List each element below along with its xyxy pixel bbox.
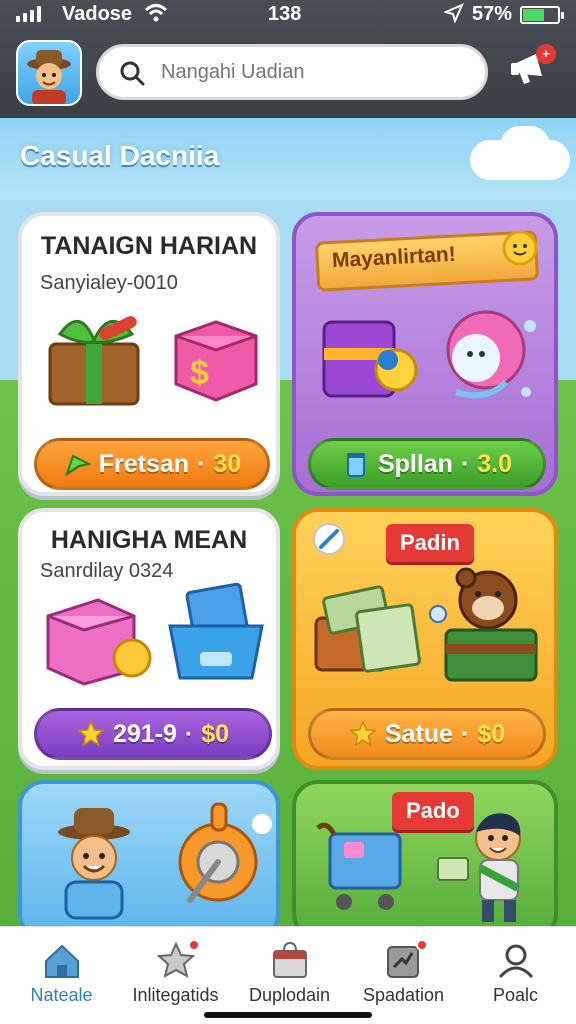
button-label: Satue [384, 719, 453, 748]
button-price: $0 [201, 719, 230, 748]
section-title: Casual Dacniia [20, 140, 220, 171]
nav-events[interactable]: Inlitegatids [118, 935, 233, 1015]
explorer-character-icon [58, 808, 130, 920]
offer-buy-button[interactable]: Spllan · 3.0 [308, 438, 546, 490]
battery-icon [520, 6, 564, 24]
nav-label: Nateale [30, 985, 93, 1005]
bear-offer-card[interactable]: Padin Satue · $0 [292, 508, 558, 770]
cloud-decoration [500, 126, 550, 166]
jar-icon [346, 453, 365, 477]
gift-box-icon [48, 316, 140, 406]
shop-icon [273, 941, 307, 978]
notification-button[interactable]: + [508, 44, 560, 96]
battery-percent: 57% [472, 3, 513, 25]
offer-buy-button[interactable]: Satue · $0 [308, 708, 546, 760]
kid-character-icon [437, 813, 521, 922]
nav-badge [416, 939, 428, 951]
nav-label: Inlitegatids [132, 985, 219, 1005]
button-price: $0 [477, 719, 506, 748]
svg-text:$: $ [190, 354, 209, 392]
signal-icon [16, 6, 41, 22]
button-label: 291-9 [112, 719, 177, 748]
game-avatar[interactable] [16, 40, 82, 106]
offer-tag: Padin [386, 524, 474, 562]
clock: 138 [268, 3, 302, 25]
location-arrow-icon [443, 3, 464, 28]
sun-icon [502, 230, 538, 266]
toy-basket-icon [168, 582, 264, 680]
button-label: Fretsan [98, 449, 190, 478]
tools-icon[interactable] [312, 522, 346, 556]
nav-badge [188, 939, 200, 951]
nav-profile[interactable]: Poalc [458, 935, 573, 1015]
nav-home[interactable]: Nateale [4, 935, 119, 1015]
star-icon [77, 720, 105, 747]
card-subtitle: Sanyialey-0010 [40, 272, 178, 294]
home-indicator[interactable] [204, 1012, 372, 1018]
bundle-offer-card[interactable]: HANIGHA MEAN Sanrdilay 0324 291-9 · $0 [18, 508, 280, 770]
special-offer-card[interactable]: Mayanlirtan! Spllan · 3.0 [292, 212, 558, 496]
wifi-icon [144, 3, 168, 29]
card-title: TANAIGN HARIAN [40, 232, 258, 260]
pink-chest-icon [46, 598, 152, 686]
home-icon [45, 944, 79, 978]
bottom-nav: Nateale Inlitegatids Duplodain Spadation… [0, 926, 576, 1024]
star-icon [348, 720, 377, 747]
kid-offer-card[interactable]: Pado [292, 780, 558, 940]
status-bar: Vadose 138 57% [0, 0, 576, 30]
button-label: Spllan [377, 449, 453, 478]
bubble-creature-icon [446, 310, 536, 399]
top-bar: Vadose 138 57% + [0, 0, 576, 118]
bear-character-icon [429, 567, 538, 682]
nav-label: Poalc [492, 985, 539, 1005]
offer-buy-button[interactable]: 291-9 · $0 [34, 708, 272, 760]
offer-buy-button[interactable]: Fretsan · 30 [34, 438, 270, 490]
button-price: 30 [213, 449, 242, 478]
cart-box-icon [316, 822, 402, 910]
button-price: 3.0 [477, 449, 513, 478]
daily-offer-card[interactable]: TANAIGN HARIAN Sanyialey-0010 $ Fretsan … [18, 212, 280, 496]
card-subtitle: Sanrdilay 0324 [40, 560, 174, 582]
search-icon [119, 60, 145, 86]
nav-puzzle[interactable]: Spadation [346, 935, 461, 1015]
explorer-offer-card[interactable] [18, 780, 280, 940]
search-bar[interactable] [96, 44, 488, 100]
key-lock-icon [178, 802, 272, 903]
dollar-block-icon: $ [174, 320, 258, 402]
nav-label: Spadation [362, 985, 445, 1005]
treasure-box-icon [322, 320, 418, 398]
arrow-icon [64, 454, 91, 477]
notification-badge: + [536, 44, 556, 64]
nav-label: Duplodain [248, 985, 331, 1005]
search-input[interactable] [161, 57, 471, 87]
cash-chest-icon [314, 585, 421, 673]
profile-icon [498, 944, 534, 979]
nav-shop[interactable]: Duplodain [232, 935, 347, 1015]
carrier-name: Vadose [62, 3, 133, 25]
card-title: HANIGHA MEAN [50, 526, 248, 554]
